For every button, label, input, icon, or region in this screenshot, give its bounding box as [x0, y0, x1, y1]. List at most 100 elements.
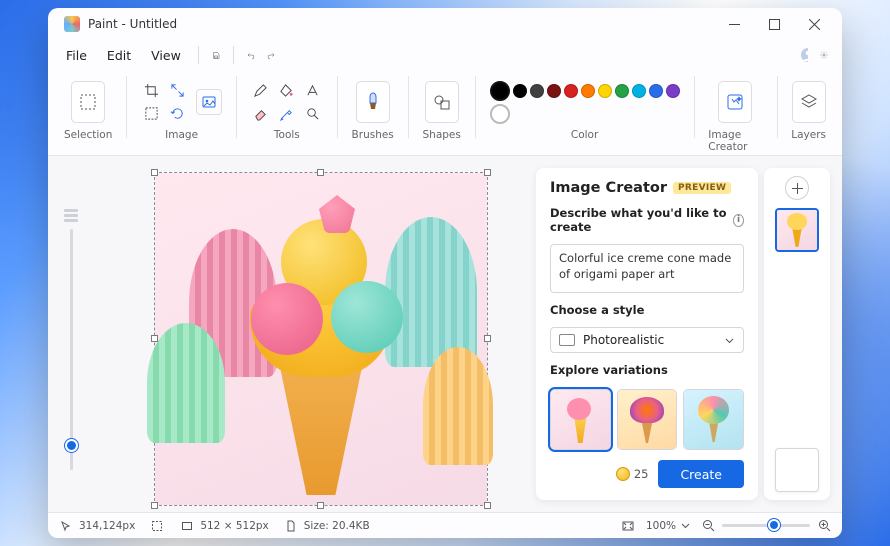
style-label: Choose a style [550, 303, 744, 317]
canvas-dims: 512 × 512px [200, 520, 268, 532]
group-tools-label: Tools [274, 129, 300, 141]
color-swatch[interactable] [666, 84, 680, 98]
group-selection: Selection [56, 76, 120, 141]
color-swatch[interactable] [513, 84, 527, 98]
variations-label: Explore variations [550, 363, 744, 377]
group-image-creator: Image Creator [700, 76, 770, 153]
camera-icon [559, 334, 575, 346]
variation-1[interactable] [550, 389, 611, 450]
resize-icon[interactable] [167, 81, 187, 101]
account-icon[interactable] [796, 47, 812, 63]
text-icon[interactable] [303, 81, 323, 101]
color-swatch[interactable] [547, 84, 561, 98]
resize-handle[interactable] [484, 169, 491, 176]
rotate-icon[interactable] [167, 104, 187, 124]
shapes-button[interactable] [425, 81, 459, 123]
fit-screen-icon[interactable] [620, 518, 636, 534]
secondary-color-swatch[interactable] [490, 104, 510, 124]
canvas-artwork [155, 173, 487, 505]
style-select[interactable]: Photorealistic [550, 327, 744, 353]
color-swatch[interactable] [615, 84, 629, 98]
group-color: Color [482, 76, 688, 141]
resize-handle[interactable] [151, 502, 158, 509]
save-icon[interactable] [208, 47, 224, 63]
resize-handle[interactable] [151, 335, 158, 342]
pencil-icon[interactable] [251, 81, 271, 101]
zoom-slider[interactable] [722, 524, 810, 527]
color-swatch[interactable] [581, 84, 595, 98]
eyedropper-icon[interactable] [277, 104, 297, 124]
create-button[interactable]: Create [658, 460, 744, 488]
variation-2[interactable] [617, 389, 678, 450]
layer-thumbnail-1[interactable] [775, 208, 819, 252]
close-button[interactable] [794, 10, 834, 38]
prompt-input[interactable]: Colorful ice creme cone made of origami … [550, 244, 744, 293]
group-selection-label: Selection [64, 129, 112, 141]
select-all-icon[interactable] [141, 104, 161, 124]
credits-display: 25 [616, 467, 649, 481]
minimize-button[interactable] [714, 10, 754, 38]
color-swatch[interactable] [649, 84, 663, 98]
color-swatch[interactable] [564, 84, 578, 98]
zoom-out-icon[interactable] [700, 518, 716, 534]
resize-handle[interactable] [484, 335, 491, 342]
brushes-button[interactable] [356, 81, 390, 123]
variation-3[interactable] [683, 389, 744, 450]
paint-app-icon [64, 16, 80, 32]
color-swatch[interactable] [632, 84, 646, 98]
cursor-pos-icon [58, 518, 74, 534]
maximize-button[interactable] [754, 10, 794, 38]
layer-blank[interactable] [775, 448, 819, 492]
layers-panel [764, 168, 830, 500]
status-bar: 314,124px 512 × 512px Size: 20.4KB 100% [48, 512, 842, 538]
zoom-level[interactable]: 100% [646, 520, 690, 532]
ribbon: Selection Image [48, 70, 842, 156]
group-tools: Tools [243, 76, 331, 141]
color-swatch[interactable] [530, 84, 544, 98]
group-image: Image [133, 76, 230, 141]
canvas[interactable] [154, 172, 488, 506]
magnifier-icon[interactable] [303, 104, 323, 124]
crop-icon[interactable] [141, 81, 161, 101]
group-shapes-label: Shapes [423, 129, 461, 141]
titlebar: Paint - Untitled [48, 8, 842, 40]
settings-icon[interactable] [816, 47, 832, 63]
app-window: Paint - Untitled File Edit View Selectio… [48, 8, 842, 538]
group-color-label: Color [571, 129, 598, 141]
image-creator-button[interactable] [718, 81, 752, 123]
redo-icon[interactable] [263, 47, 279, 63]
panel-title: Image Creator [550, 180, 667, 196]
group-image-creator-label: Image Creator [708, 129, 762, 153]
image-properties-icon[interactable] [196, 89, 222, 115]
add-layer-button[interactable] [785, 176, 809, 200]
vertical-zoom-slider[interactable] [60, 208, 82, 470]
selection-size-icon [149, 518, 165, 534]
group-brushes: Brushes [344, 76, 402, 141]
color-swatch[interactable] [598, 84, 612, 98]
layers-button[interactable] [792, 81, 826, 123]
resize-handle[interactable] [317, 169, 324, 176]
resize-handle[interactable] [317, 502, 324, 509]
cursor-pos: 314,124px [79, 520, 135, 532]
eraser-icon[interactable] [251, 104, 271, 124]
canvas-dims-icon [179, 518, 195, 534]
fill-icon[interactable] [277, 81, 297, 101]
menu-edit[interactable]: Edit [99, 44, 139, 67]
filesize-icon [283, 518, 299, 534]
canvas-zone [48, 156, 536, 512]
info-icon[interactable]: i [733, 214, 744, 227]
menu-view[interactable]: View [143, 44, 189, 67]
zoom-in-icon[interactable] [816, 518, 832, 534]
selection-tool[interactable] [71, 81, 105, 123]
current-color-swatch[interactable] [490, 81, 510, 101]
image-creator-panel: Image Creator PREVIEW Describe what you'… [536, 168, 758, 500]
group-shapes: Shapes [415, 76, 469, 141]
menu-file[interactable]: File [58, 44, 95, 67]
coin-icon [616, 467, 630, 481]
file-size: Size: 20.4KB [304, 520, 370, 532]
undo-icon[interactable] [243, 47, 259, 63]
describe-label: Describe what you'd like to create [550, 206, 729, 234]
chevron-down-icon [724, 335, 735, 346]
resize-handle[interactable] [484, 502, 491, 509]
resize-handle[interactable] [151, 169, 158, 176]
